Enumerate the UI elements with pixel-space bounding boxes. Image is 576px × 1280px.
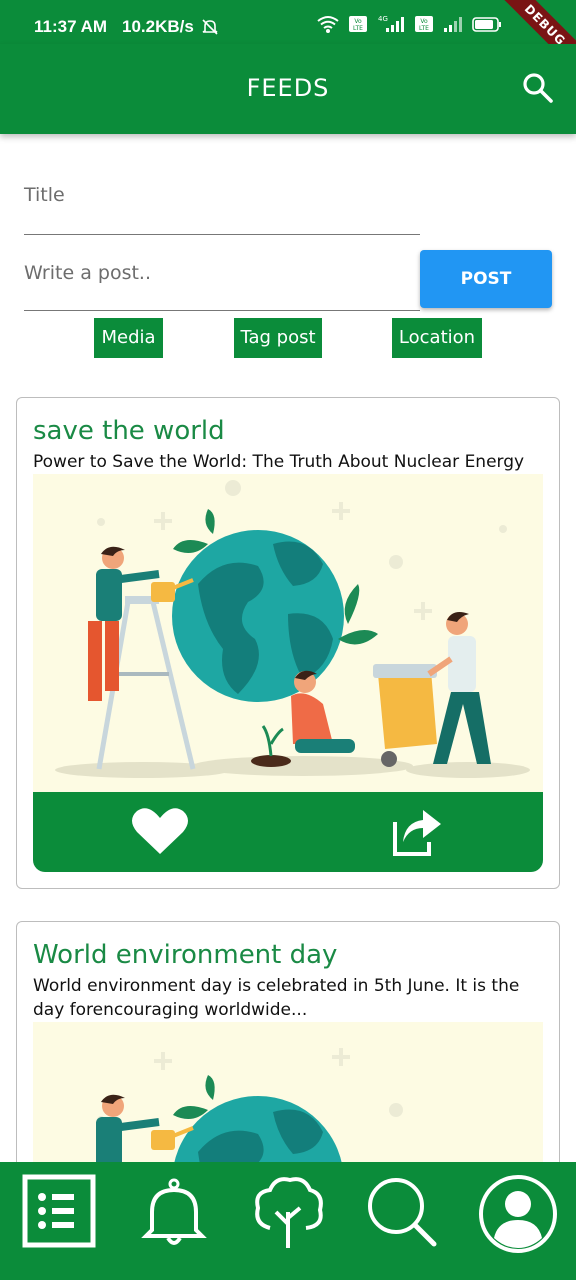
- feed-list-icon[interactable]: [20, 1172, 100, 1252]
- mute-icon: [200, 17, 220, 41]
- location-chip[interactable]: Location: [392, 318, 482, 358]
- bell-icon[interactable]: [134, 1172, 214, 1252]
- card-description: Power to Save the World: The Truth About…: [33, 452, 525, 472]
- search-icon[interactable]: [362, 1172, 442, 1252]
- svg-text:LTE: LTE: [353, 25, 363, 32]
- signal-icon: 4G: [378, 15, 404, 32]
- post-placeholder: Write a post..: [24, 262, 151, 284]
- profile-icon[interactable]: [476, 1172, 557, 1253]
- post-button[interactable]: POST: [420, 250, 552, 308]
- media-chip[interactable]: Media: [94, 318, 163, 358]
- page-title: FEEDS: [246, 74, 330, 102]
- card-title: save the world: [33, 416, 225, 446]
- card-actions: [33, 792, 543, 872]
- app-bar: FEEDS: [0, 44, 576, 134]
- post-input[interactable]: Write a post..: [24, 258, 420, 311]
- svg-text:Vo: Vo: [420, 18, 428, 25]
- share-icon[interactable]: [389, 806, 443, 862]
- card-title: World environment day: [33, 940, 338, 970]
- status-network-speed: 10.2KB/s: [122, 17, 194, 36]
- status-bar: 11:37 AM 10.2KB/s Vo LTE 4G Vo LTE DEBUG: [0, 0, 576, 44]
- svg-text:Vo: Vo: [354, 18, 362, 25]
- status-icons: Vo LTE 4G Vo LTE: [316, 14, 502, 34]
- debug-banner: DEBUG: [491, 0, 576, 44]
- tree-icon[interactable]: [248, 1172, 328, 1252]
- volte-icon: VoLTE: [349, 16, 367, 32]
- card-image: [33, 474, 543, 792]
- battery-icon: [472, 17, 501, 32]
- feed-card[interactable]: save the world Power to Save the World: …: [16, 397, 560, 889]
- svg-text:4G: 4G: [378, 15, 388, 23]
- search-icon[interactable]: [522, 72, 554, 108]
- signal-icon-2: [444, 17, 462, 32]
- volte-icon-2: VoLTE: [415, 16, 433, 32]
- wifi-icon: [317, 16, 339, 33]
- bottom-navigation: [0, 1162, 576, 1280]
- svg-text:LTE: LTE: [419, 25, 429, 32]
- tag-post-chip[interactable]: Tag post: [234, 318, 322, 358]
- card-description: World environment day is celebrated in 5…: [33, 976, 520, 1020]
- status-time: 11:37 AM: [34, 17, 108, 36]
- title-placeholder: Title: [24, 184, 65, 206]
- heart-icon[interactable]: [131, 806, 189, 860]
- title-input[interactable]: Title: [24, 180, 420, 235]
